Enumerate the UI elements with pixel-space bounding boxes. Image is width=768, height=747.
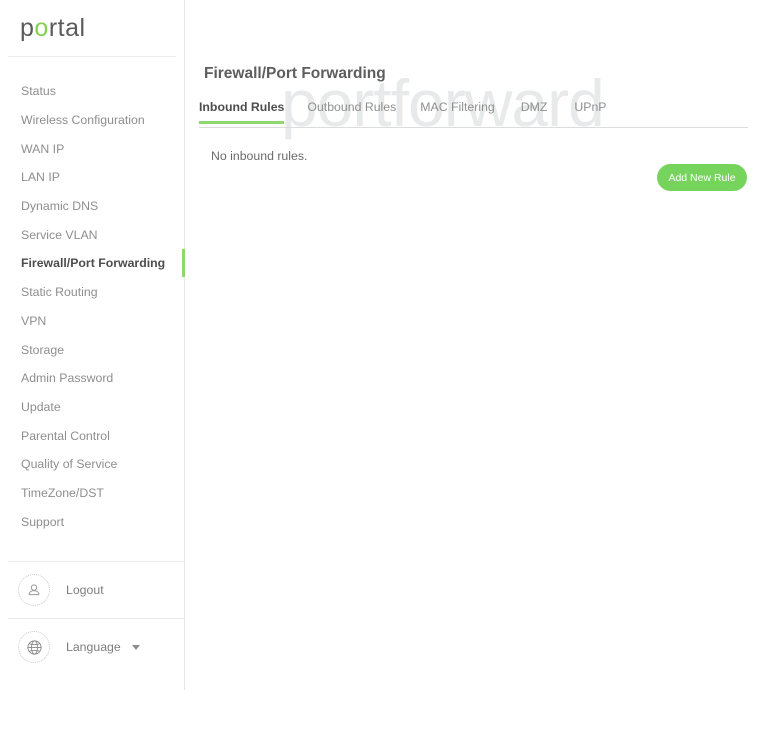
sidebar-item-parental-control[interactable]: Parental Control (0, 421, 184, 450)
sidebar-item-label: Quality of Service (21, 457, 118, 472)
sidebar-item-label: Update (21, 399, 61, 414)
tab-inbound-rules[interactable]: Inbound Rules (199, 100, 285, 124)
sidebar-item-wan-ip[interactable]: WAN IP (0, 134, 184, 163)
add-new-rule-button[interactable]: Add New Rule (657, 164, 747, 191)
tab-outbound-rules[interactable]: Outbound Rules (307, 100, 396, 123)
sidebar-item-label: Service VLAN (21, 227, 98, 242)
empty-state-message: No inbound rules. (211, 149, 308, 163)
sidebar-item-quality-of-service[interactable]: Quality of Service (0, 450, 184, 479)
page-title: Firewall/Port Forwarding (204, 65, 386, 83)
brand-logo-suffix: rtal (48, 13, 86, 42)
sidebar-item-label: Wireless Configuration (21, 113, 145, 128)
sidebar-item-support[interactable]: Support (0, 507, 184, 536)
sidebar: portal Status Wireless Configuration WAN I… (0, 0, 185, 690)
tab-label: UPnP (574, 100, 607, 114)
tab-label: Outbound Rules (307, 100, 397, 114)
tab-upnp[interactable]: UPnP (574, 100, 606, 123)
brand-logo[interactable]: portal (0, 0, 184, 56)
sidebar-item-label: LAN IP (21, 170, 60, 185)
sidebar-item-label: Status (21, 84, 56, 99)
sidebar-item-label: Support (21, 514, 65, 529)
page-root: portal Status Wireless Configuration WAN I… (0, 0, 768, 747)
chevron-down-icon[interactable] (131, 644, 140, 650)
sidebar-item-label: Static Routing (21, 285, 98, 300)
tab-active-underline (199, 121, 285, 124)
sidebar-item-lan-ip[interactable]: LAN IP (0, 163, 184, 192)
main-content: Firewall/Port Forwarding portforward Inb… (185, 0, 768, 747)
sidebar-item-language-label: Language (66, 640, 121, 654)
sidebar-item-label: TimeZone/DST (21, 485, 104, 500)
sidebar-item-wireless-configuration[interactable]: Wireless Configuration (0, 106, 184, 135)
sidebar-item-language[interactable]: Language (0, 619, 140, 675)
sidebar-item-label: Storage (21, 342, 65, 357)
sidebar-item-label: Admin Password (21, 371, 114, 386)
globe-icon (18, 631, 50, 663)
tab-label: Inbound Rules (199, 100, 285, 114)
sidebar-item-service-vlan[interactable]: Service VLAN (0, 220, 184, 249)
user-icon (18, 574, 50, 606)
sidebar-item-status[interactable]: Status (0, 77, 184, 106)
sidebar-item-label: Dynamic DNS (21, 199, 99, 214)
sidebar-item-static-routing[interactable]: Static Routing (0, 278, 184, 307)
tab-dmz[interactable]: DMZ (521, 100, 548, 123)
sidebar-item-label: WAN IP (21, 141, 65, 156)
tab-mac-filtering[interactable]: MAC Filtering (420, 100, 494, 123)
brand-logo-text: portal (20, 13, 86, 42)
sidebar-item-admin-password[interactable]: Admin Password (0, 364, 184, 393)
sidebar-item-vpn[interactable]: VPN (0, 307, 184, 336)
sidebar-item-firewall-port-forwarding[interactable]: Firewall/Port Forwarding (0, 249, 185, 278)
tab-label: MAC Filtering (420, 100, 495, 114)
brand-logo-accent: o (34, 13, 49, 42)
sidebar-item-label: Firewall/Port Forwarding (21, 256, 166, 271)
tab-bar: Inbound Rules Outbound Rules MAC Filtering… (199, 100, 748, 128)
sidebar-item-label: VPN (21, 313, 47, 328)
sidebar-nav: Status Wireless Configuration WAN IP LAN IP… (0, 57, 185, 536)
sidebar-item-logout-label: Logout (66, 583, 104, 597)
sidebar-item-dynamic-dns[interactable]: Dynamic DNS (0, 192, 184, 221)
sidebar-item-timezone-dst[interactable]: TimeZone/DST (0, 479, 184, 508)
sidebar-item-update[interactable]: Update (0, 393, 184, 422)
sidebar-item-storage[interactable]: Storage (0, 335, 184, 364)
tab-label: DMZ (520, 100, 548, 114)
sidebar-item-logout[interactable]: Logout (0, 562, 104, 618)
brand-logo-prefix: p (20, 13, 35, 42)
sidebar-item-label: Parental Control (21, 428, 110, 443)
